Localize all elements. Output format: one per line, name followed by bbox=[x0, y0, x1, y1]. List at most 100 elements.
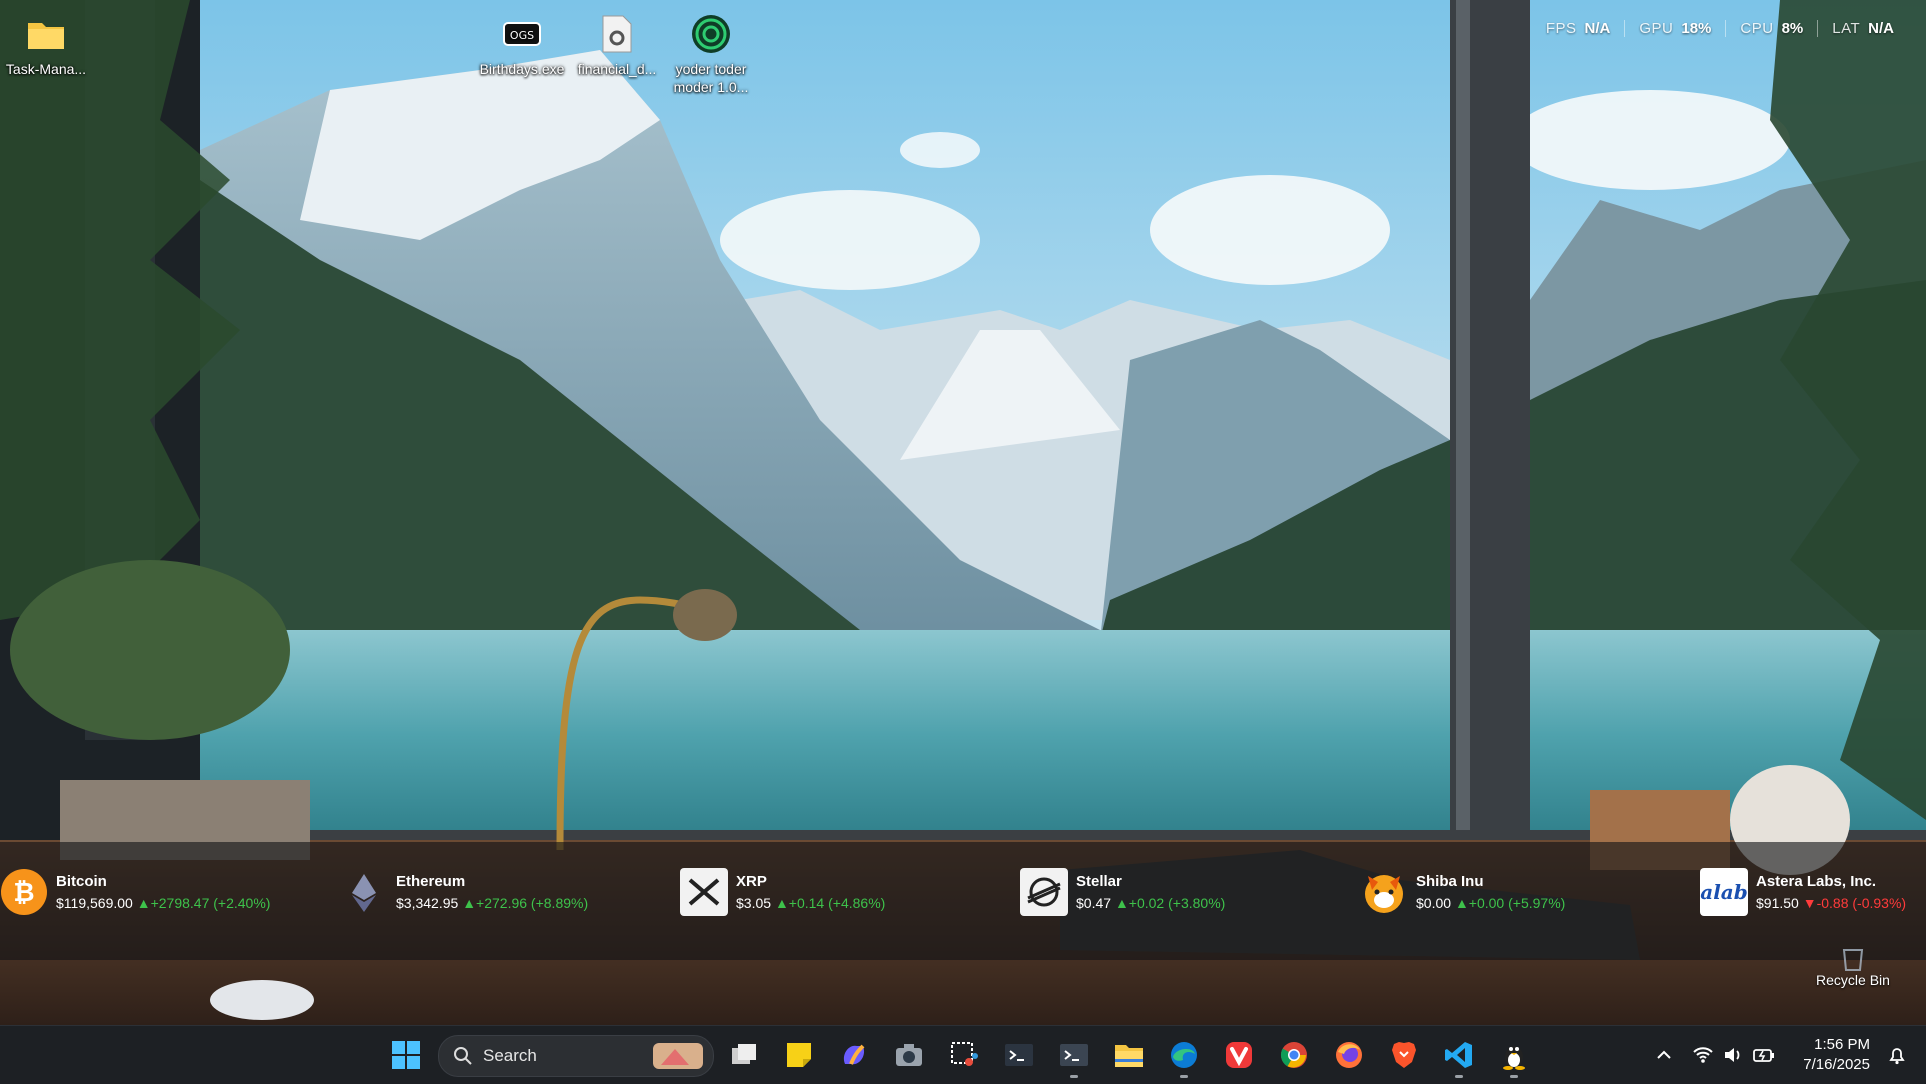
desktop-icon-yoder[interactable]: yoder toder moder 1.0... bbox=[663, 12, 759, 96]
terminal-preview-icon bbox=[1060, 1044, 1088, 1066]
vscode-icon bbox=[1445, 1042, 1472, 1068]
chrome-button[interactable] bbox=[1274, 1035, 1314, 1075]
ticker-change: ▲+0.14 (+4.86%) bbox=[774, 895, 886, 911]
ticker-name: Astera Labs, Inc. bbox=[1756, 873, 1877, 890]
camera-button[interactable] bbox=[889, 1035, 929, 1075]
wifi-icon[interactable] bbox=[1692, 1044, 1714, 1066]
ticker-price: $0.00 bbox=[1416, 895, 1452, 911]
ticker-price: $119,569.00 bbox=[56, 895, 133, 911]
ticker-item-astera-labs[interactable]: alab Astera Labs, Inc. $91.50 ▼-0.88 (-0… bbox=[1700, 868, 1906, 916]
bitcoin-icon: ₿ bbox=[0, 868, 48, 916]
desktop-icon-recycle-bin[interactable]: Recycle Bin bbox=[1808, 932, 1898, 988]
alab-icon: alab bbox=[1700, 868, 1748, 916]
gear-file-icon bbox=[595, 12, 639, 56]
perf-cpu: CPU 8% bbox=[1725, 20, 1817, 37]
taskbar: Search 1:56 PM 7/16/2025 bbox=[0, 1025, 1926, 1084]
linux-button[interactable] bbox=[1494, 1035, 1534, 1078]
folder-icon bbox=[24, 12, 68, 56]
vivaldi-button[interactable] bbox=[1219, 1035, 1259, 1075]
ticker-item-shiba-inu[interactable]: Shiba Inu $0.00 ▲+0.00 (+5.97%) bbox=[1360, 868, 1565, 916]
start-button[interactable] bbox=[386, 1035, 426, 1075]
perf-key: FPS bbox=[1545, 20, 1577, 37]
sticky-notes-button[interactable] bbox=[779, 1035, 819, 1075]
search-highlight-icon bbox=[653, 1043, 703, 1069]
brave-icon bbox=[1392, 1042, 1416, 1068]
perf-key: GPU bbox=[1639, 20, 1674, 37]
notification-bell-icon[interactable] bbox=[1886, 1044, 1908, 1066]
running-indicator bbox=[1070, 1075, 1078, 1078]
perf-fps: FPS N/A bbox=[1532, 20, 1625, 37]
desktop-icon-label: Task-Mana... bbox=[5, 61, 87, 77]
clock-date: 7/16/2025 bbox=[1803, 1056, 1870, 1073]
snipping-tool-button[interactable] bbox=[944, 1035, 984, 1075]
ticker-item-ethereum[interactable]: Ethereum $3,342.95 ▲+272.96 (+8.89%) bbox=[340, 868, 588, 916]
ticker-change: ▲+0.02 (+3.80%) bbox=[1114, 895, 1226, 911]
vivaldi-icon bbox=[1226, 1042, 1252, 1068]
ticker-price: $3,342.95 bbox=[396, 895, 459, 911]
firefox-button[interactable] bbox=[1329, 1035, 1369, 1075]
ticker-name: Shiba Inu bbox=[1416, 873, 1484, 890]
taskbar-clock[interactable]: 1:56 PM 7/16/2025 bbox=[1803, 1035, 1870, 1075]
copilot-button[interactable] bbox=[834, 1035, 874, 1075]
ticker-item-xrp[interactable]: XRP $3.05 ▲+0.14 (+4.86%) bbox=[680, 868, 885, 916]
recycle-bin-label: Recycle Bin bbox=[1816, 972, 1890, 988]
volume-icon[interactable] bbox=[1722, 1044, 1744, 1066]
ticker-name: Bitcoin bbox=[56, 873, 107, 890]
brave-button[interactable] bbox=[1384, 1035, 1424, 1075]
running-indicator bbox=[1455, 1075, 1463, 1078]
ticker-item-bitcoin[interactable]: ₿ Bitcoin $119,569.00 ▲+2798.47 (+2.40%) bbox=[0, 868, 270, 916]
xrp-icon bbox=[680, 868, 728, 916]
chevron-up-icon[interactable] bbox=[1652, 1043, 1676, 1067]
recycle-bin-icon bbox=[1808, 932, 1898, 972]
ticker-name: Ethereum bbox=[396, 873, 466, 890]
terminal-button[interactable] bbox=[999, 1035, 1039, 1075]
perf-value: 18% bbox=[1681, 20, 1712, 37]
edge-button[interactable] bbox=[1164, 1035, 1204, 1078]
ticker-name: XRP bbox=[736, 873, 767, 890]
taskbar-search[interactable]: Search bbox=[438, 1035, 714, 1077]
ticker-price: $91.50 bbox=[1756, 895, 1799, 911]
ticker-name: Stellar bbox=[1076, 873, 1122, 890]
desktop-icon-label: financial_d... bbox=[577, 61, 657, 77]
shiba-inu-icon bbox=[1360, 868, 1408, 916]
ogs-icon: OGS bbox=[500, 12, 544, 56]
ticker-change: ▲+2798.47 (+2.40%) bbox=[136, 895, 271, 911]
perf-value: 8% bbox=[1781, 20, 1804, 37]
ticker-change: ▼-0.88 (-0.93%) bbox=[1802, 895, 1907, 911]
camera-icon bbox=[896, 1044, 922, 1066]
terminal-icon bbox=[1005, 1044, 1033, 1066]
desktop-icon-birthdays[interactable]: OGS Birthdays.exe bbox=[474, 12, 570, 78]
perf-value: N/A bbox=[1868, 20, 1894, 37]
battery-icon[interactable] bbox=[1752, 1044, 1776, 1066]
ticker-change: ▲+0.00 (+5.97%) bbox=[1454, 895, 1566, 911]
ticker-item-stellar[interactable]: Stellar $0.47 ▲+0.02 (+3.80%) bbox=[1020, 868, 1225, 916]
ticker-change: ▲+272.96 (+8.89%) bbox=[462, 895, 589, 911]
search-label: Search bbox=[483, 1046, 537, 1065]
alab-logo-text: alab bbox=[1700, 880, 1748, 904]
desktop-icon-label: yoder toder moder 1.0... bbox=[673, 61, 749, 95]
running-indicator bbox=[1510, 1075, 1518, 1078]
running-indicator bbox=[1180, 1075, 1188, 1078]
svg-text:₿: ₿ bbox=[13, 878, 34, 908]
terminal-preview-button[interactable] bbox=[1054, 1035, 1094, 1078]
linux-tux-icon bbox=[1503, 1046, 1525, 1070]
crypto-ticker-bar: ₿ Bitcoin $119,569.00 ▲+2798.47 (+2.40%)… bbox=[0, 842, 1926, 960]
snipping-tool-icon bbox=[951, 1042, 978, 1066]
task-view-button[interactable] bbox=[724, 1035, 764, 1075]
ticker-price: $3.05 bbox=[736, 895, 772, 911]
perf-key: CPU bbox=[1740, 20, 1774, 37]
ethereum-icon bbox=[340, 868, 388, 916]
file-explorer-button[interactable] bbox=[1109, 1035, 1149, 1075]
edge-icon bbox=[1171, 1042, 1197, 1068]
task-view-icon bbox=[732, 1044, 756, 1064]
perf-lat: LAT N/A bbox=[1817, 20, 1908, 37]
copilot-icon bbox=[843, 1044, 865, 1065]
desktop-icon-task-manager[interactable]: Task-Mana... bbox=[0, 12, 94, 78]
vscode-button[interactable] bbox=[1439, 1035, 1479, 1078]
perf-gpu: GPU 18% bbox=[1624, 20, 1725, 37]
perf-key: LAT bbox=[1832, 20, 1861, 37]
system-tray bbox=[1652, 1026, 1776, 1084]
clock-time: 1:56 PM bbox=[1814, 1036, 1870, 1053]
search-icon bbox=[454, 1047, 472, 1065]
desktop-icon-financial[interactable]: financial_d... bbox=[569, 12, 665, 78]
